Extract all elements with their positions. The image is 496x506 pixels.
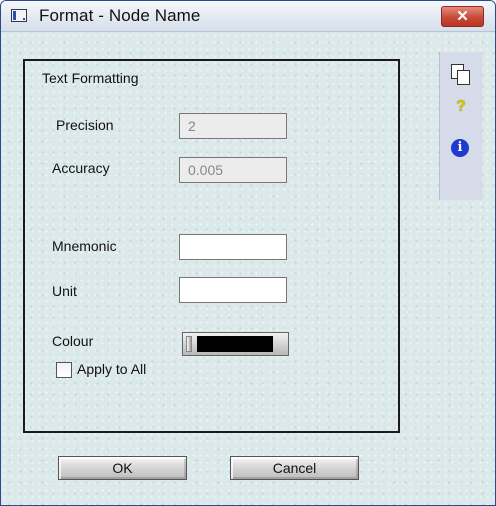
group-title: Text Formatting [42,70,139,86]
window-title: Format - Node Name [39,6,201,25]
close-button[interactable]: ✕ [441,6,484,27]
help-icon[interactable]: ? [440,97,482,117]
mnemonic-field[interactable] [179,234,287,260]
accuracy-label: Accuracy [52,160,110,176]
side-toolbar: ? i [439,52,482,200]
colour-label: Colour [52,333,94,349]
apply-to-all-label[interactable]: Apply to All [77,361,146,377]
copy-icon[interactable] [440,64,482,86]
precision-field[interactable]: 2 [179,113,287,139]
format-dialog: Format - Node Name ✕ ? i Text Formatting… [0,0,496,506]
unit-field[interactable] [179,277,287,303]
unit-label: Unit [52,283,77,299]
cancel-button[interactable]: Cancel [230,456,359,480]
info-icon[interactable]: i [440,139,482,161]
accuracy-field[interactable]: 0.005 [179,157,287,183]
apply-to-all-checkbox[interactable] [56,362,72,378]
colour-picker-knob [186,336,192,352]
app-icon [11,9,27,22]
dialog-body: ? i Text Formatting Precision 2 Accuracy… [1,32,495,505]
colour-picker-button[interactable] [182,332,289,356]
mnemonic-label: Mnemonic [52,238,117,254]
colour-swatch [197,336,273,352]
ok-button[interactable]: OK [58,456,187,480]
title-bar[interactable]: Format - Node Name ✕ [1,1,495,32]
precision-label: Precision [56,117,114,133]
